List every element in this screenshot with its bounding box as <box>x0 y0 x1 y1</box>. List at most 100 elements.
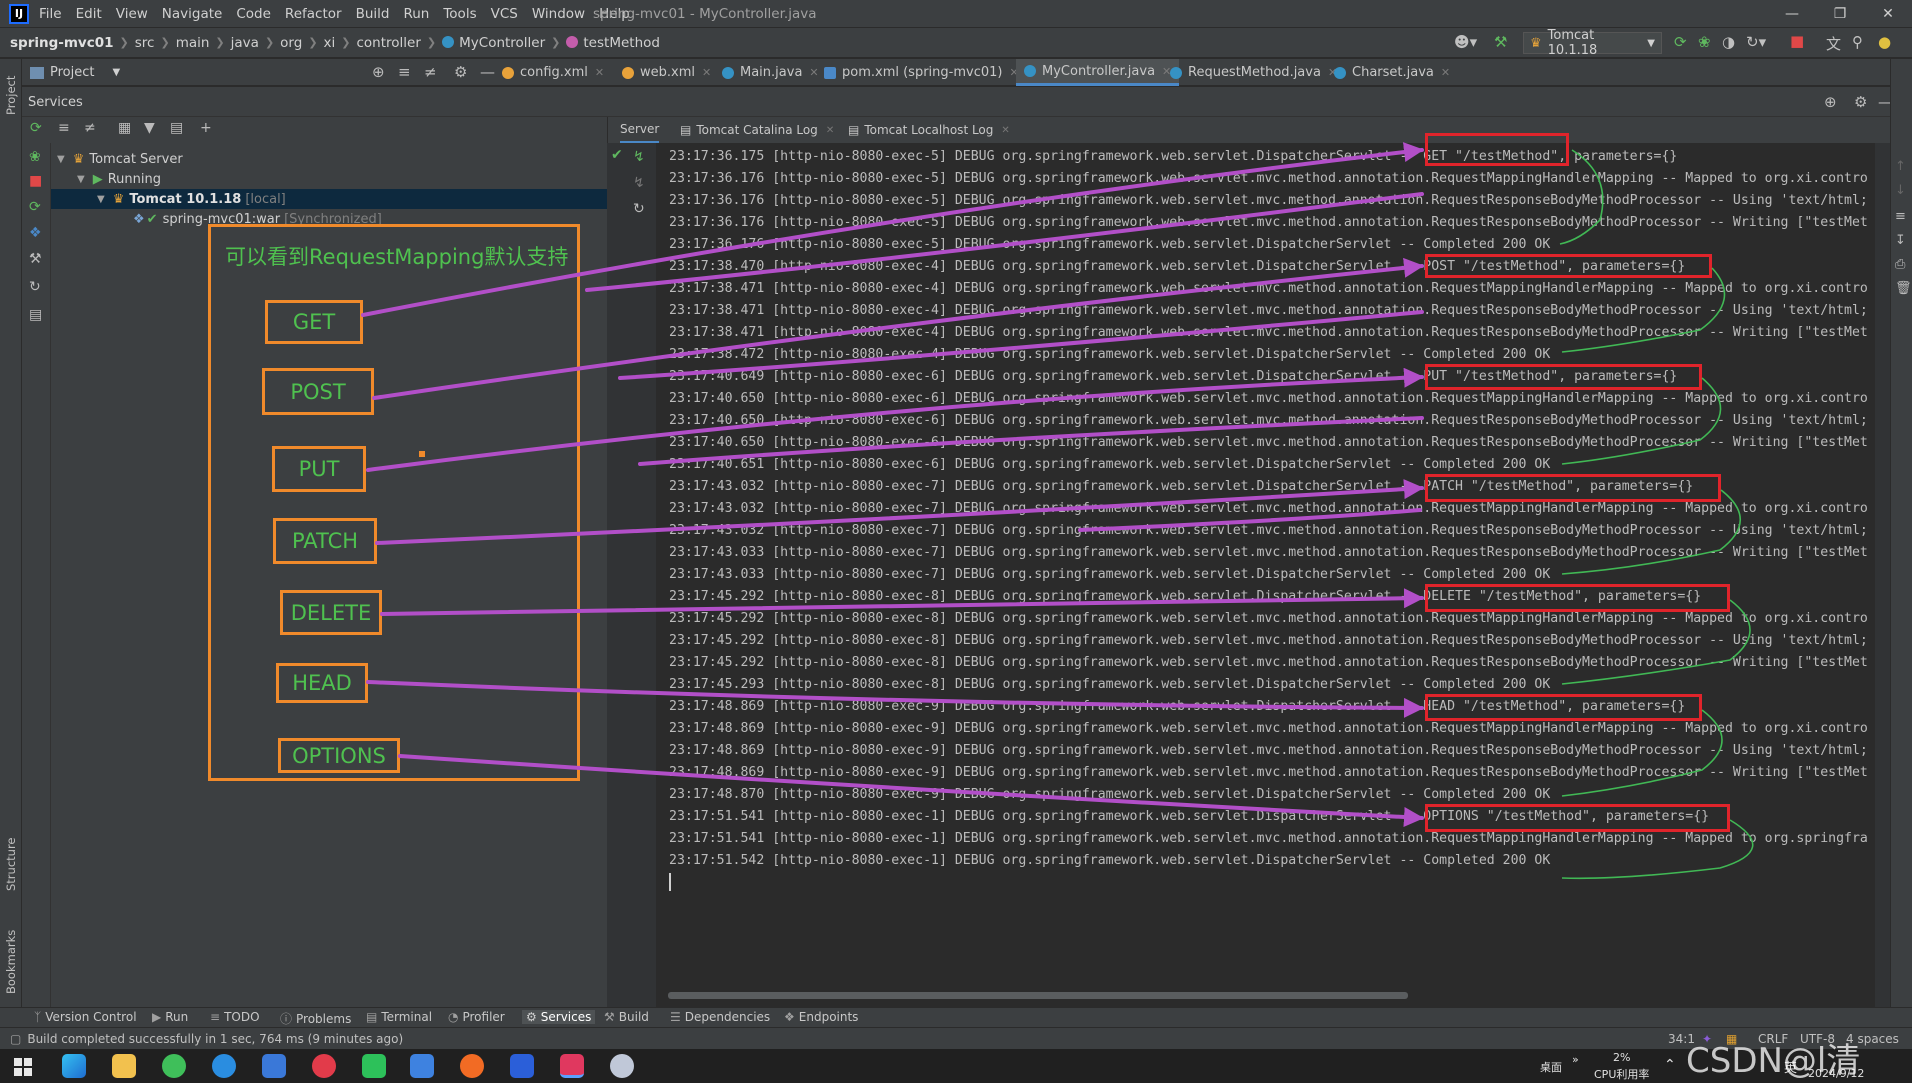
layout-icon[interactable]: ▤ <box>29 307 42 323</box>
menu-edit[interactable]: Edit <box>76 6 102 22</box>
netease-music-icon[interactable] <box>312 1054 336 1078</box>
tab-charset-java[interactable]: Charset.java ✕ <box>1334 59 1450 86</box>
tab-main-java[interactable]: Main.java ✕ <box>722 59 819 86</box>
gear-icon[interactable]: ⚙ <box>454 63 467 81</box>
collapse-all-icon[interactable]: ≠ <box>424 63 437 81</box>
new-tab-icon[interactable]: ▤ <box>170 120 183 136</box>
chevron-down-icon[interactable]: ▼ <box>77 174 85 185</box>
soft-wrap-icon[interactable]: ≡ <box>1895 209 1906 224</box>
menu-code[interactable]: Code <box>236 6 271 22</box>
tab-config-xml[interactable]: config.xml ✕ <box>502 59 604 86</box>
menu-navigate[interactable]: Navigate <box>162 6 223 22</box>
refresh-icon[interactable]: ↻ <box>29 279 41 295</box>
menu-refactor[interactable]: Refactor <box>285 6 342 22</box>
menu-window[interactable]: Window <box>532 6 585 22</box>
collapse-all-icon[interactable]: ≠ <box>84 120 96 136</box>
close-window-icon[interactable]: ✕ <box>1864 0 1912 28</box>
tree-node-running[interactable]: ▼ ▶ Running <box>77 169 161 189</box>
profile-icon[interactable]: ↻▾ <box>1746 33 1766 51</box>
breadcrumb-xi[interactable]: xi <box>324 35 336 51</box>
minimize-icon[interactable]: — <box>1768 0 1816 28</box>
tool-terminal[interactable]: ▤ Terminal <box>366 1010 432 1024</box>
expand-all-icon[interactable]: ≡ <box>58 120 70 136</box>
breadcrumb-project[interactable]: spring-mvc01 <box>10 35 114 51</box>
scroll-down-icon[interactable]: ↓ <box>1895 183 1906 198</box>
windows-start-icon[interactable] <box>14 1058 32 1076</box>
menu-run[interactable]: Run <box>403 6 429 22</box>
trash-icon[interactable]: 🗑 <box>1895 281 1912 296</box>
expand-all-icon[interactable]: ≡ <box>398 63 411 81</box>
tab-requestmethod-java[interactable]: RequestMethod.java ✕ <box>1170 59 1337 86</box>
tool-profiler[interactable]: ◔ Profiler <box>448 1010 505 1024</box>
hide-icon[interactable]: — <box>480 63 495 81</box>
tree-node-tomcat-server[interactable]: ▼ ♛ Tomcat Server <box>57 149 183 169</box>
chevron-down-icon[interactable]: ▼ <box>97 194 105 205</box>
horizontal-scrollbar[interactable] <box>668 992 1408 999</box>
vertical-scrollbar[interactable] <box>1875 143 1890 1007</box>
rerun-icon[interactable]: ⟳ <box>30 120 42 136</box>
status-message[interactable]: ▢ Build completed successfully in 1 sec, … <box>10 1032 403 1046</box>
debug-icon[interactable]: ❀ <box>1698 33 1711 51</box>
wechat-icon[interactable] <box>362 1054 386 1078</box>
stop-icon[interactable]: ■ <box>29 173 42 189</box>
desktop-label[interactable]: 桌面 <box>1540 1059 1562 1075</box>
rerun-icon[interactable]: ⟳ <box>1674 33 1687 51</box>
chevron-down-icon[interactable]: ▼ <box>57 154 65 165</box>
breadcrumb-java[interactable]: java <box>231 35 259 51</box>
breadcrumb-org[interactable]: org <box>280 35 302 51</box>
breadcrumb-controller[interactable]: controller <box>357 35 421 51</box>
tab-web-xml[interactable]: web.xml ✕ <box>622 59 711 86</box>
file-manager-icon[interactable] <box>410 1054 434 1078</box>
breadcrumb-main[interactable]: main <box>176 35 210 51</box>
stop-icon[interactable]: ■ <box>1790 32 1804 50</box>
tool-problems[interactable]: ⓘ Problems <box>280 1010 351 1027</box>
tool-endpoints[interactable]: ❖ Endpoints <box>784 1010 858 1024</box>
close-icon[interactable]: ✕ <box>702 66 711 79</box>
close-icon[interactable]: ✕ <box>595 66 604 79</box>
tool-services[interactable]: ⚙ Services <box>522 1010 596 1024</box>
gear-icon[interactable]: ⚙ <box>1854 93 1867 111</box>
menu-view[interactable]: View <box>116 6 148 22</box>
tab-catalina-log[interactable]: ▤ Tomcat Catalina Log ✕ <box>680 117 834 143</box>
user-icon[interactable]: ☻▾ <box>1454 33 1477 51</box>
refresh-icon[interactable]: ↻ <box>633 201 645 217</box>
scroll-to-end-icon[interactable]: ↧ <box>1895 233 1906 248</box>
tab-server[interactable]: Server <box>620 117 660 143</box>
coverage-icon[interactable]: ◑ <box>1722 33 1735 51</box>
project-view-selector[interactable]: Project ▼ <box>30 59 120 86</box>
add-icon[interactable]: + <box>200 120 212 136</box>
close-icon[interactable]: ✕ <box>1001 125 1009 136</box>
tool-run[interactable]: ▶ Run <box>152 1010 188 1024</box>
tool-version-control[interactable]: ᛉ Version Control <box>34 1010 137 1024</box>
breadcrumb-src[interactable]: src <box>135 35 155 51</box>
tool-build[interactable]: ⚒ Build <box>604 1010 649 1024</box>
chevron-up-icon[interactable]: ⌃ <box>1664 1057 1676 1073</box>
tool-todo[interactable]: ≡ TODO <box>210 1010 260 1024</box>
tool-dependencies[interactable]: ☰ Dependencies <box>670 1010 770 1024</box>
breadcrumb-class[interactable]: MyController <box>442 35 545 51</box>
filter-icon[interactable]: ▼ <box>144 120 155 136</box>
edge-icon[interactable] <box>62 1054 86 1078</box>
tab-mycontroller-java[interactable]: MyController.java ✕ <box>1016 59 1180 86</box>
search-icon[interactable]: ⚲ <box>1852 33 1863 51</box>
structure-tool-button[interactable]: Structure <box>4 838 18 892</box>
menu-tools[interactable]: Tools <box>443 6 476 22</box>
close-icon[interactable]: ✕ <box>809 66 818 79</box>
project-tool-button[interactable]: Project <box>4 76 18 115</box>
wrench-icon[interactable]: ⚒ <box>29 251 42 267</box>
breadcrumb-method[interactable]: testMethod <box>566 35 660 51</box>
tab-pom-xml[interactable]: pom.xml (spring-mvc01) ✕ <box>824 59 1019 86</box>
scroll-up-icon[interactable]: ↑ <box>1895 159 1906 174</box>
run-icon[interactable]: ❀ <box>29 149 41 165</box>
intellij-logo-icon[interactable]: IJ <box>9 3 29 24</box>
menu-build[interactable]: Build <box>356 6 390 22</box>
add-service-icon[interactable]: ⊕ <box>1824 93 1837 111</box>
locate-icon[interactable]: ⊕ <box>372 63 385 81</box>
group-icon[interactable]: ▦ <box>118 120 131 136</box>
deploy-icon[interactable]: ⟳ <box>29 199 41 215</box>
dingtalk-icon[interactable] <box>262 1054 286 1078</box>
update-icon[interactable]: ● <box>1878 33 1891 51</box>
translate-icon[interactable]: 文 <box>1826 33 1841 54</box>
intellij-taskbar-icon[interactable] <box>560 1054 584 1078</box>
chevron-right-icon[interactable]: » <box>1572 1053 1579 1066</box>
